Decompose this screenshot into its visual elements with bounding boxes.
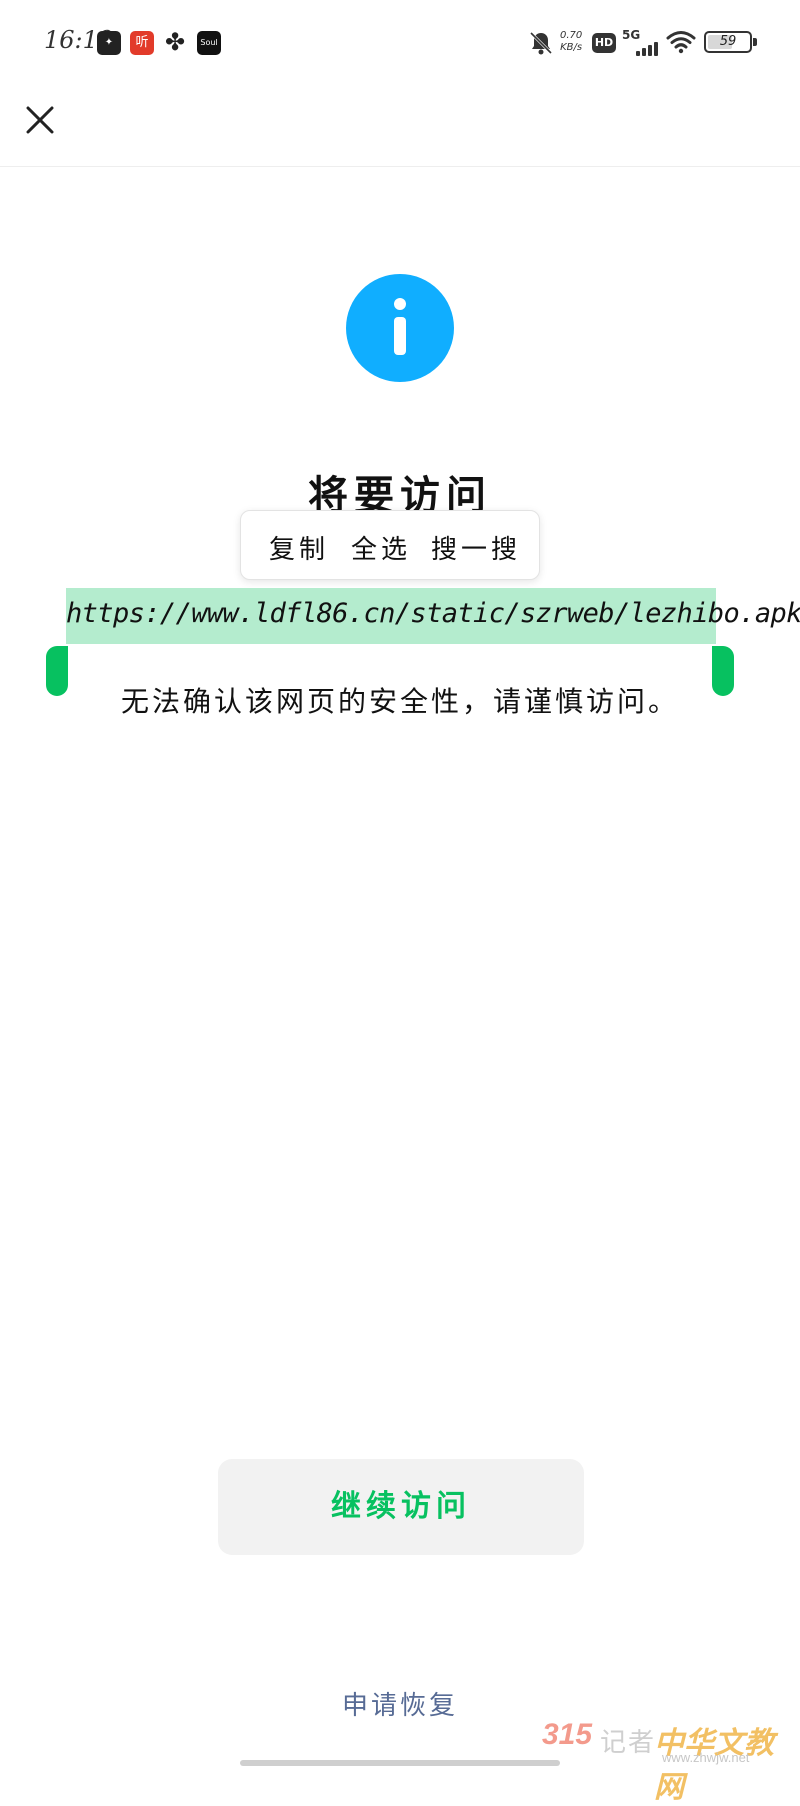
select-all-button[interactable]: 全选 (351, 529, 411, 566)
home-indicator[interactable] (240, 1760, 560, 1766)
continue-visit-label: 继续访问 (331, 1489, 471, 1524)
copy-button[interactable]: 复制 (269, 529, 329, 566)
hd-badge: HD (592, 33, 616, 53)
watermark-brand-text: 记者 (600, 1728, 657, 1758)
status-bar: 16:19 ✦ 听 ✤ Soul 0.70 KB/s HD 5G 59 (0, 0, 800, 86)
watermark-site-url: www.zhwjw.net (662, 1750, 750, 1765)
network-speed: 0.70 KB/s (560, 30, 583, 53)
battery-tip (753, 38, 757, 46)
wifi-icon (666, 31, 696, 54)
security-warning: 无法确认该网页的安全性，请谨慎访问。 (120, 685, 679, 718)
close-icon[interactable] (22, 102, 58, 138)
listen-app-icon: 听 (130, 31, 154, 55)
apply-restore-link[interactable]: 申请恢复 (0, 1685, 800, 1722)
watermark: 315 记者 中华文教网 www.zhwjw.net (542, 1718, 792, 1805)
search-button[interactable]: 搜一搜 (431, 529, 521, 566)
continue-visit-button[interactable]: 继续访问 (218, 1459, 584, 1555)
watermark-brand-number: 315 (542, 1718, 593, 1751)
info-icon (346, 274, 454, 382)
battery-icon: 59 (704, 31, 752, 53)
app-icon: ✦ (97, 31, 121, 55)
top-bar (0, 86, 800, 167)
signal-icon (634, 40, 658, 56)
battery-level: 59 (719, 34, 737, 49)
soul-app-icon: Soul (197, 31, 221, 55)
url-selection-highlight[interactable]: https://www.ldfl86.cn/static/szrweb/lezh… (66, 588, 800, 644)
text-selection-menu: 复制 全选 搜一搜 (240, 510, 540, 580)
fan-app-icon: ✤ (164, 28, 186, 56)
mute-bell-icon (529, 31, 553, 55)
target-url[interactable]: https://www.ldfl86.cn/static/szrweb/lezh… (66, 598, 800, 629)
